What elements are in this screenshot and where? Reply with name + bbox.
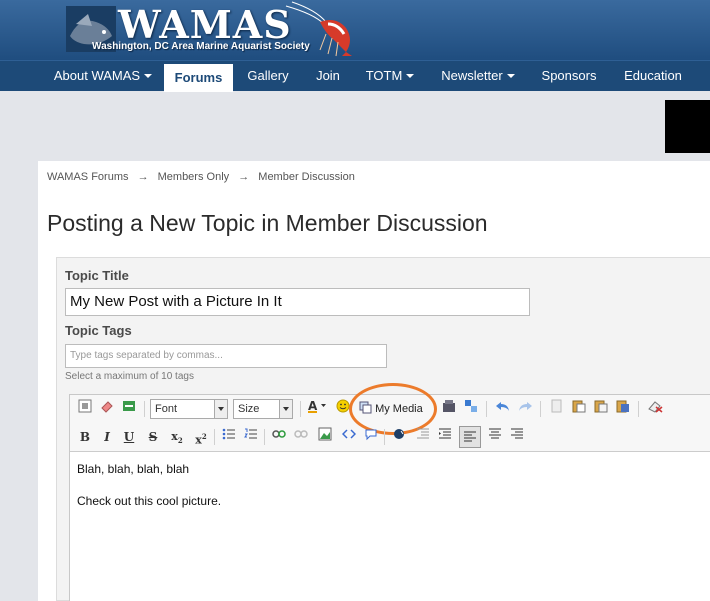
nav-label: Sponsors <box>541 68 597 83</box>
chevron-down-icon <box>279 400 292 418</box>
quote-icon[interactable] <box>362 427 380 447</box>
toolbar-separator <box>540 401 541 417</box>
media-icon <box>359 401 372 414</box>
font-select-label: Font <box>155 403 178 415</box>
bold-icon[interactable]: B <box>76 427 94 447</box>
align-center-icon[interactable] <box>486 427 504 447</box>
toolbar-separator <box>638 401 639 417</box>
topic-tags-label: Topic Tags <box>65 323 132 338</box>
chevron-down-icon <box>144 74 153 78</box>
nav-label: Join <box>316 68 340 83</box>
chevron-down-icon <box>406 74 415 78</box>
content-line: Check out this cool picture. <box>77 494 222 508</box>
nav-join[interactable]: Join <box>308 61 348 91</box>
nav-totm[interactable]: TOTM <box>360 61 420 91</box>
nav-label: Newsletter <box>441 68 503 83</box>
nav-label: Forums <box>174 70 223 85</box>
size-select[interactable]: Size <box>233 399 293 419</box>
nav-label: TOTM <box>365 68 403 83</box>
chevron-down-icon <box>214 400 227 418</box>
indent-icon[interactable] <box>436 427 454 447</box>
superscript-icon[interactable]: x2 <box>192 427 210 447</box>
chevron-down-icon <box>506 74 515 78</box>
breadcrumb: WAMAS Forums → Members Only → Member Dis… <box>47 171 361 183</box>
nav-sponsors[interactable]: Sponsors <box>534 61 604 91</box>
toolbar-row-1: Font Size A My Media <box>70 383 710 435</box>
toolbar-separator <box>486 401 487 417</box>
site-subtitle: Washington, DC Area Marine Aquarist Soci… <box>92 41 310 52</box>
cut-icon[interactable] <box>548 399 566 419</box>
insert-media-icon[interactable] <box>440 399 458 419</box>
my-media-label: My Media <box>375 403 423 415</box>
underline-icon[interactable]: U <box>120 427 138 447</box>
nav-about-wamas[interactable]: About WAMAS <box>48 61 158 91</box>
link-icon[interactable] <box>270 427 288 447</box>
remove-format-icon[interactable] <box>646 399 664 419</box>
spoiler-icon[interactable] <box>390 427 408 447</box>
font-select[interactable]: Font <box>150 399 228 419</box>
site-header: WAMAS Washington, DC Area Marine Aquaris… <box>0 0 710 60</box>
subscript-icon[interactable]: x2 <box>168 427 186 447</box>
breadcrumb-item[interactable]: WAMAS Forums <box>47 171 129 183</box>
paste-icon[interactable] <box>592 399 610 419</box>
shrimp-logo-icon <box>285 1 352 57</box>
special-char-icon[interactable] <box>462 399 480 419</box>
bullet-list-icon[interactable] <box>220 427 238 447</box>
topic-title-input[interactable]: My New Post with a Picture In It <box>65 288 530 316</box>
text-color-icon[interactable]: A <box>306 399 330 419</box>
breadcrumb-item[interactable]: Members Only <box>158 171 230 183</box>
eraser-icon[interactable] <box>98 399 116 419</box>
paste-word-icon[interactable] <box>614 399 632 419</box>
nav-label: Gallery <box>247 68 289 83</box>
topic-title-label: Topic Title <box>65 268 129 283</box>
nav-label: Education <box>624 68 682 83</box>
nav-newsletter[interactable]: Newsletter <box>434 61 522 91</box>
content-line: Blah, blah, blah, blah <box>77 462 190 476</box>
my-media-button[interactable]: My Media <box>359 399 431 419</box>
nav-education[interactable]: Education <box>616 61 690 91</box>
post-form: Topic Title My New Post with a Picture I… <box>56 257 710 601</box>
ad-placeholder <box>665 100 710 153</box>
strikethrough-icon[interactable]: S <box>144 427 162 447</box>
nav-label: About WAMAS <box>53 68 141 83</box>
breadcrumb-separator: → <box>137 171 149 183</box>
main-panel: WAMAS Forums → Members Only → Member Dis… <box>38 161 710 601</box>
toolbar-separator <box>384 429 385 445</box>
nav-gallery[interactable]: Gallery <box>240 61 296 91</box>
code-icon[interactable] <box>340 427 358 447</box>
source-icon[interactable] <box>76 399 94 419</box>
nav-forums[interactable]: Forums <box>164 64 233 92</box>
undo-icon[interactable] <box>494 399 512 419</box>
main-nav: About WAMAS Forums Gallery Join TOTM New… <box>0 60 710 92</box>
toolbar-separator <box>264 429 265 445</box>
redo-icon[interactable] <box>516 399 534 419</box>
tags-hint: Select a maximum of 10 tags <box>65 371 194 382</box>
unlink-icon[interactable] <box>292 427 310 447</box>
size-select-label: Size <box>238 403 260 415</box>
toolbar-row-2: B I U S x2 x2 <box>70 423 710 451</box>
breadcrumb-item[interactable]: Member Discussion <box>258 171 355 183</box>
copy-icon[interactable] <box>570 399 588 419</box>
page-title: Posting a New Topic in Member Discussion <box>47 210 488 236</box>
breadcrumb-separator: → <box>238 171 250 183</box>
toolbar-separator <box>300 401 301 417</box>
outdent-icon[interactable] <box>414 427 432 447</box>
spellcheck-icon[interactable] <box>120 399 138 419</box>
rich-text-editor: Font Size A My Media B I U S x2 x2 Blah,… <box>69 383 710 601</box>
numbered-list-icon[interactable] <box>242 427 260 447</box>
image-icon[interactable] <box>316 427 334 447</box>
svg-text:A: A <box>308 399 318 413</box>
toolbar-separator <box>144 401 145 417</box>
align-right-icon[interactable] <box>508 427 526 447</box>
italic-icon[interactable]: I <box>98 427 116 447</box>
topic-tags-input[interactable]: Type tags separated by commas... <box>65 344 387 368</box>
align-left-icon[interactable] <box>459 426 481 448</box>
editor-content-area[interactable]: Blah, blah, blah, blah Check out this co… <box>70 451 710 601</box>
toolbar-separator <box>214 429 215 445</box>
